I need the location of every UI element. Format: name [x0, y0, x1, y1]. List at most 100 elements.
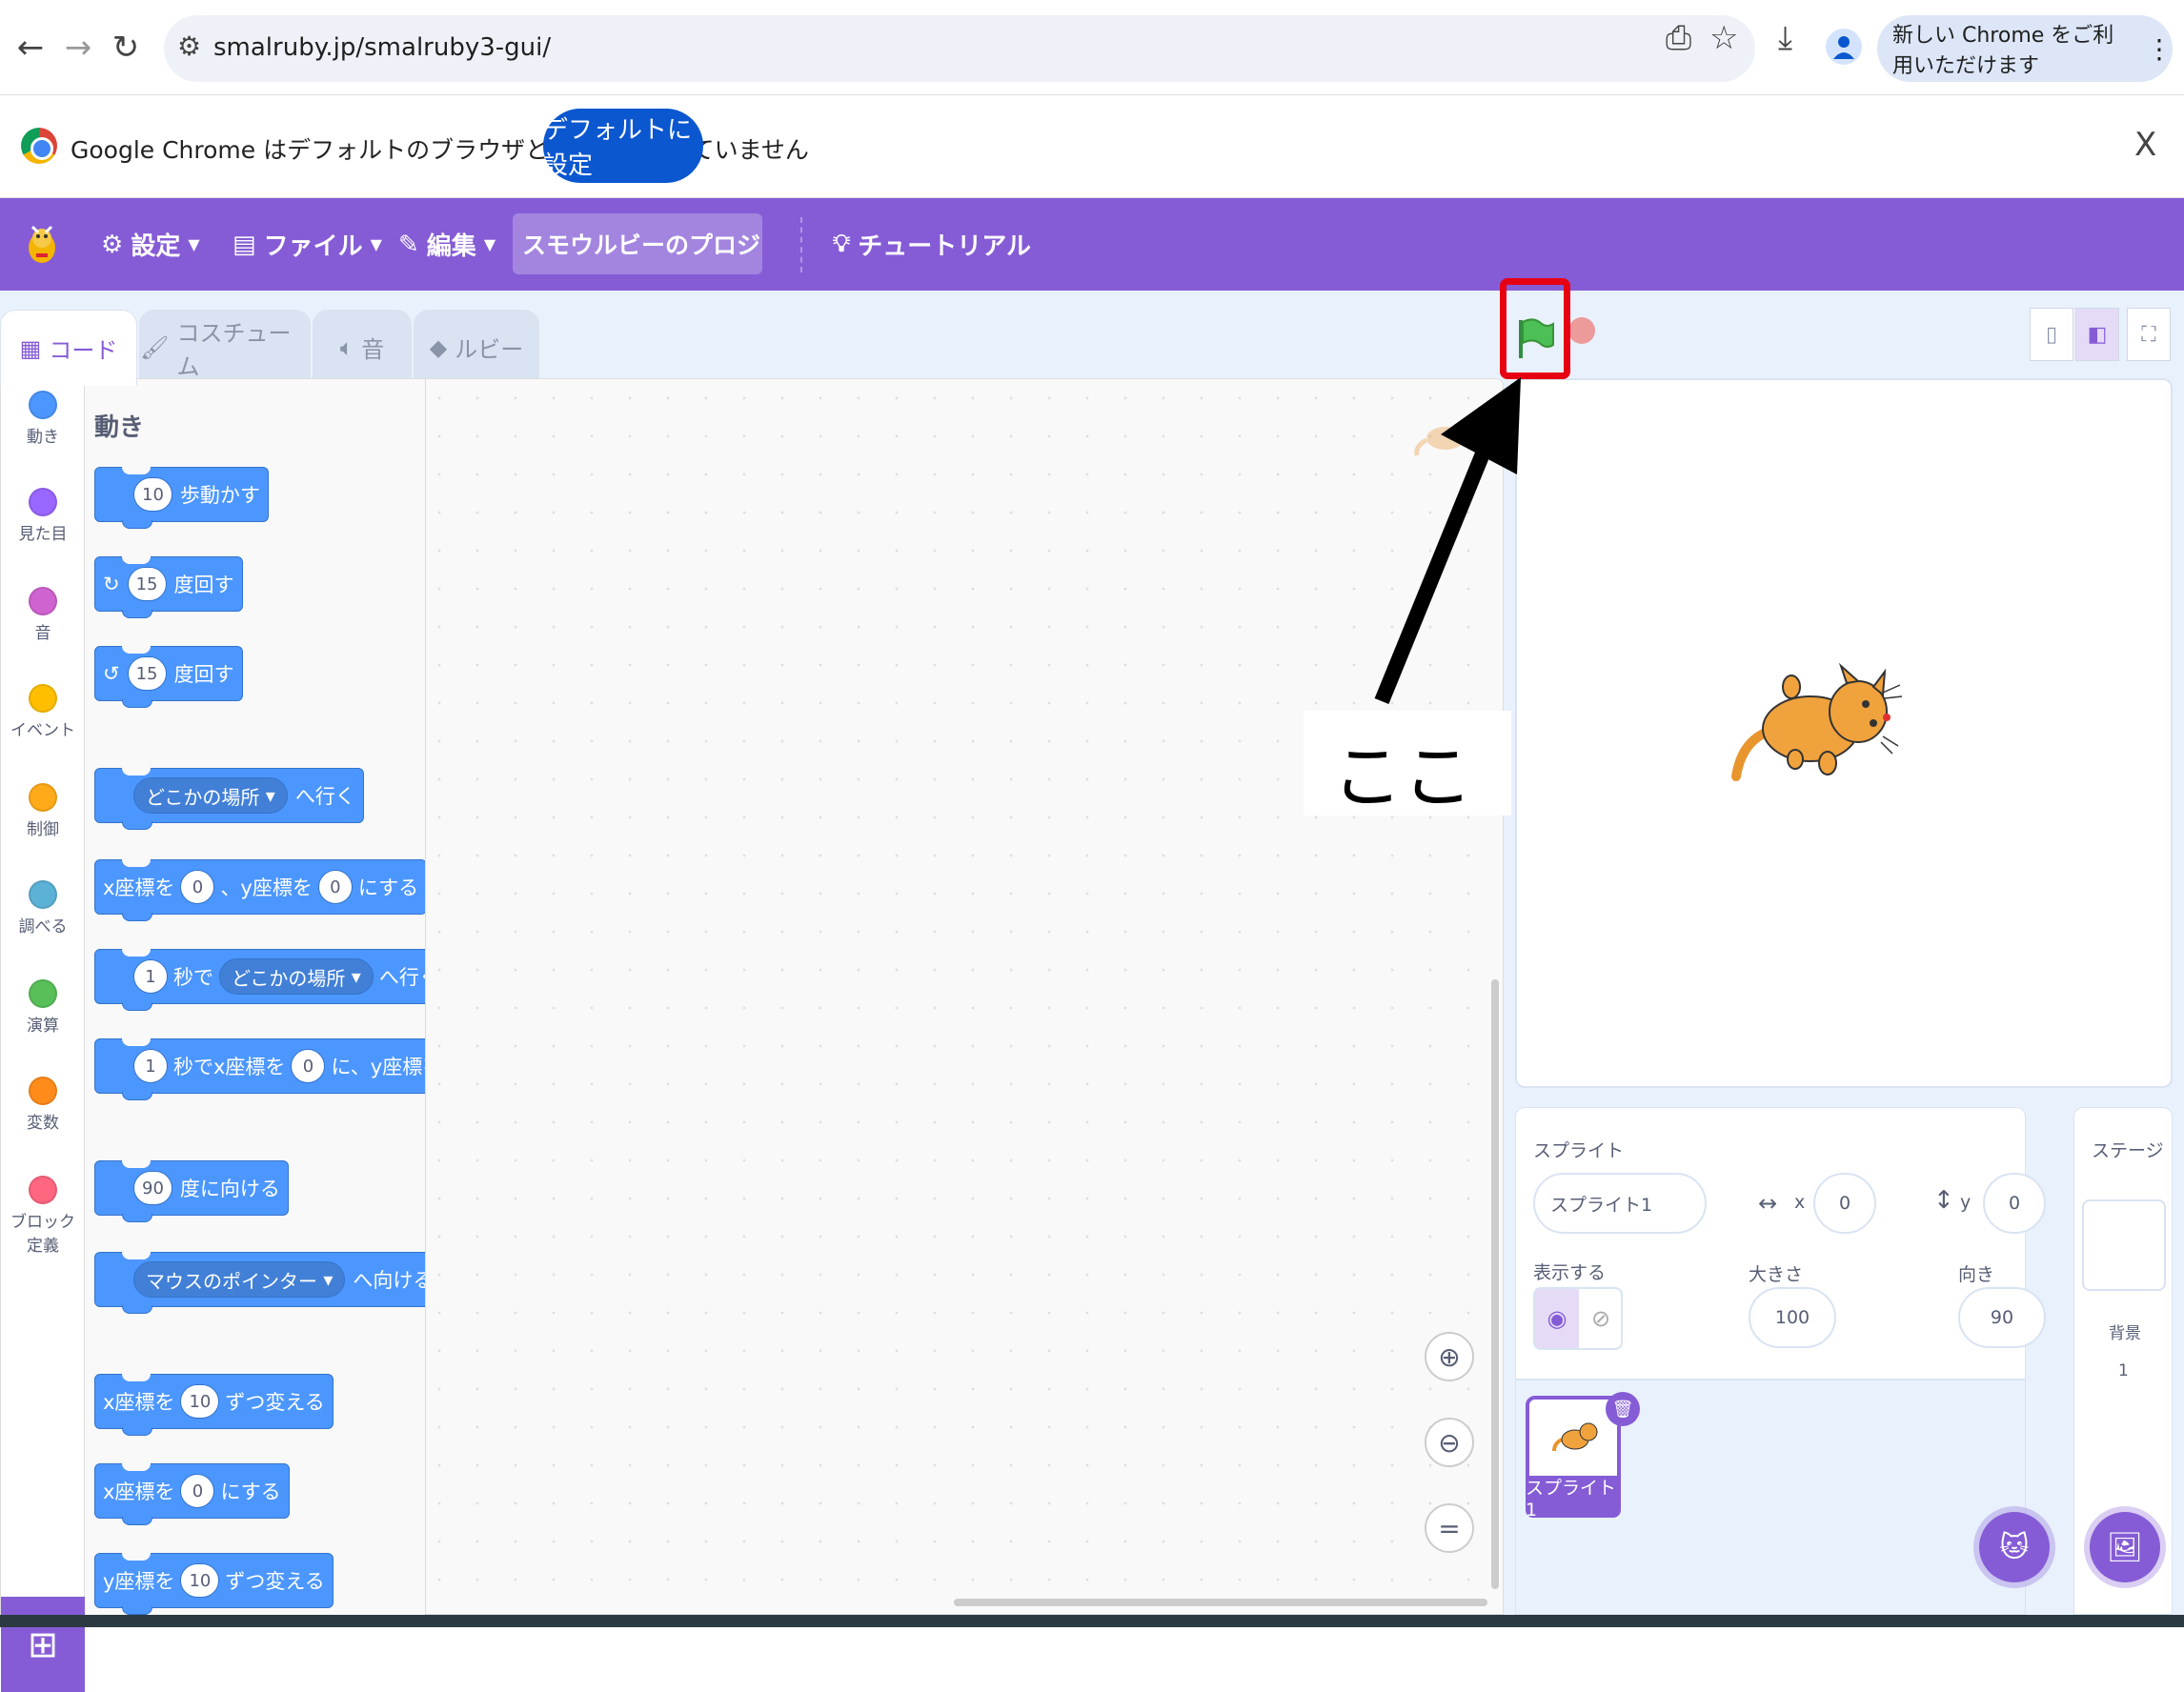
x-position-input[interactable]: 0	[1813, 1173, 1876, 1234]
reload-icon[interactable]: ↻	[99, 21, 152, 74]
address-bar[interactable]: ⚙ smalruby.jp/smalruby3-gui/	[164, 15, 1755, 82]
new-chrome-available-button[interactable]: 新しい Chrome をご利用いただけます ⋮	[1877, 15, 2173, 82]
cat-sprite-image[interactable]	[1723, 655, 1913, 788]
block-input[interactable]: 1	[133, 959, 168, 994]
block-input[interactable]: 0	[291, 1049, 326, 1083]
block-dropdown[interactable]: どこかの場所 ▾	[133, 777, 288, 814]
block-input[interactable]: 10	[133, 477, 172, 512]
download-icon[interactable]: ⤓	[1778, 19, 1792, 57]
category-sensing[interactable]: 調べる	[1, 880, 85, 937]
category-label: 動き	[27, 428, 59, 447]
block-input[interactable]: 10	[180, 1563, 220, 1598]
choose-sprite-button[interactable]: 🐱︎	[1979, 1512, 2050, 1582]
choose-backdrop-button[interactable]: 🖼︎	[2090, 1512, 2160, 1582]
block-glide-xy[interactable]: 1 秒でx座標を 0 に、y座標を	[94, 1038, 425, 1100]
settings-menu[interactable]: ⚙ 設定 ▼	[101, 227, 200, 262]
file-menu[interactable]: ▤ ファイル ▼	[233, 227, 382, 262]
stage-canvas[interactable]	[1515, 378, 2173, 1088]
bookmark-star-icon[interactable]: ☆	[1709, 19, 1738, 57]
forward-icon[interactable]: →	[51, 21, 105, 74]
direction-input[interactable]: 90	[1958, 1287, 2046, 1348]
small-stage-icon[interactable]: ▯	[2030, 308, 2073, 361]
block-set-x[interactable]: x座標を 0 にする	[94, 1463, 290, 1525]
editor-horizontal-scrollbar[interactable]	[954, 1599, 1487, 1606]
stop-button[interactable]	[1568, 317, 1595, 344]
block-move-steps[interactable]: 10 歩動かす	[94, 467, 269, 529]
block-input[interactable]: 1	[133, 1049, 168, 1083]
block-input[interactable]: 0	[180, 870, 215, 904]
category-label: ブロック定義	[10, 1213, 75, 1256]
backdrop-label: 背景	[2109, 1324, 2141, 1343]
url-text: smalruby.jp/smalruby3-gui/	[213, 33, 552, 62]
category-label: 制御	[27, 820, 59, 839]
tutorial-button[interactable]: 💡︎ チュートリアル	[833, 227, 1031, 262]
category-variables[interactable]: 変数	[1, 1077, 85, 1133]
size-input[interactable]: 100	[1749, 1287, 1836, 1348]
show-visible-icon[interactable]: ◉	[1535, 1289, 1579, 1348]
tab-costume[interactable]: 🖌︎ コスチューム	[139, 310, 311, 384]
zoom-out-button[interactable]: ⊖	[1425, 1418, 1474, 1467]
sprite-name-input[interactable]: スプライト1	[1533, 1173, 1707, 1234]
install-app-icon[interactable]: ⎙	[1666, 19, 1691, 57]
category-motion[interactable]: 動き	[1, 391, 85, 447]
sprite-thumbnail[interactable]: 🗑︎ スプライト1	[1526, 1392, 1640, 1521]
category-events[interactable]: イベント	[1, 684, 85, 740]
block-input[interactable]: 90	[133, 1171, 172, 1205]
editor-vertical-scrollbar[interactable]	[1491, 979, 1499, 1589]
hide-invisible-icon[interactable]: ⊘	[1579, 1289, 1623, 1348]
block-point-towards[interactable]: マウスのポインター ▾ へ向ける	[94, 1252, 425, 1314]
code-editor[interactable]: 動き 見た目 音 イベント 制御 調べる 演算 変数 ブロック定義 ⊞ 動き 1…	[0, 378, 1504, 1692]
block-turn-left[interactable]: ↺ 15 度回す	[94, 646, 243, 708]
block-goto-xy[interactable]: x座標を 0 、y座標を 0 にする	[94, 859, 425, 921]
category-control[interactable]: 制御	[1, 783, 85, 839]
block-input[interactable]: 0	[180, 1474, 215, 1508]
back-icon[interactable]: ←	[4, 21, 57, 74]
block-dropdown[interactable]: どこかの場所 ▾	[219, 958, 374, 995]
backdrop-count: 1	[2118, 1361, 2129, 1380]
tab-ruby[interactable]: ◆ ルビー	[414, 310, 539, 384]
stage-selector-pane[interactable]: ステージ 背景 1 🖼︎	[2073, 1107, 2173, 1615]
edit-label: 編集	[426, 232, 476, 261]
block-goto[interactable]: どこかの場所 ▾ へ行く	[94, 768, 364, 830]
site-info-icon[interactable]: ⚙	[177, 30, 201, 62]
block-input[interactable]: 0	[317, 870, 353, 904]
block-turn-right[interactable]: ↻ 15 度回す	[94, 556, 243, 618]
block-input[interactable]: 10	[180, 1384, 220, 1419]
brush-icon: 🖌︎	[140, 333, 170, 361]
smalruby-logo-icon[interactable]	[21, 219, 63, 267]
category-my-blocks[interactable]: ブロック定義	[1, 1176, 85, 1256]
category-looks[interactable]: 見た目	[1, 488, 85, 544]
zoom-out-icon: ⊖	[1438, 1426, 1461, 1459]
block-text: 度に向ける	[179, 1178, 280, 1200]
stage-thumbnail[interactable]	[2082, 1199, 2166, 1291]
category-sound[interactable]: 音	[1, 587, 85, 643]
block-input[interactable]: 15	[127, 567, 167, 601]
project-title-input[interactable]: スモウルビーのプロジェ...	[513, 213, 762, 274]
kebab-menu-icon[interactable]: ⋮	[2146, 33, 2173, 65]
show-label: 表示する	[1533, 1262, 1607, 1283]
category-operators[interactable]: 演算	[1, 979, 85, 1036]
block-point-direction[interactable]: 90 度に向ける	[94, 1160, 289, 1222]
block-glide[interactable]: 1 秒で どこかの場所 ▾ へ行く	[94, 949, 425, 1011]
zoom-in-button[interactable]: ⊕	[1425, 1332, 1474, 1381]
tab-sound[interactable]: 🔈︎ 音	[313, 310, 412, 384]
annotation-arrow	[1374, 377, 1521, 705]
delete-sprite-button[interactable]: 🗑︎	[1606, 1392, 1640, 1426]
tab-code[interactable]: ▦ コード	[0, 310, 137, 386]
profile-avatar-icon[interactable]	[1826, 29, 1862, 65]
block-change-x[interactable]: x座標を 10 ずつ変える	[94, 1374, 334, 1436]
block-change-y[interactable]: y座標を 10 ずつ変える	[94, 1553, 334, 1615]
block-text: x座標を	[103, 1391, 175, 1414]
fullscreen-icon[interactable]: ⛶	[2127, 308, 2171, 361]
large-stage-icon[interactable]: ◧	[2075, 308, 2119, 361]
add-extension-button[interactable]: ⊞	[1, 1597, 85, 1692]
edit-menu[interactable]: ✎ 編集 ▼	[398, 227, 495, 262]
block-text: にする	[220, 1480, 281, 1503]
block-text: x座標を	[103, 876, 175, 899]
block-input[interactable]: 15	[127, 656, 167, 691]
set-default-button[interactable]: デフォルトに設定	[543, 109, 703, 183]
block-dropdown[interactable]: マウスのポインター ▾	[133, 1261, 346, 1298]
y-position-input[interactable]: 0	[1983, 1173, 2046, 1234]
infobar-close-button[interactable]: X	[2134, 126, 2156, 164]
zoom-reset-button[interactable]: =	[1425, 1503, 1474, 1553]
